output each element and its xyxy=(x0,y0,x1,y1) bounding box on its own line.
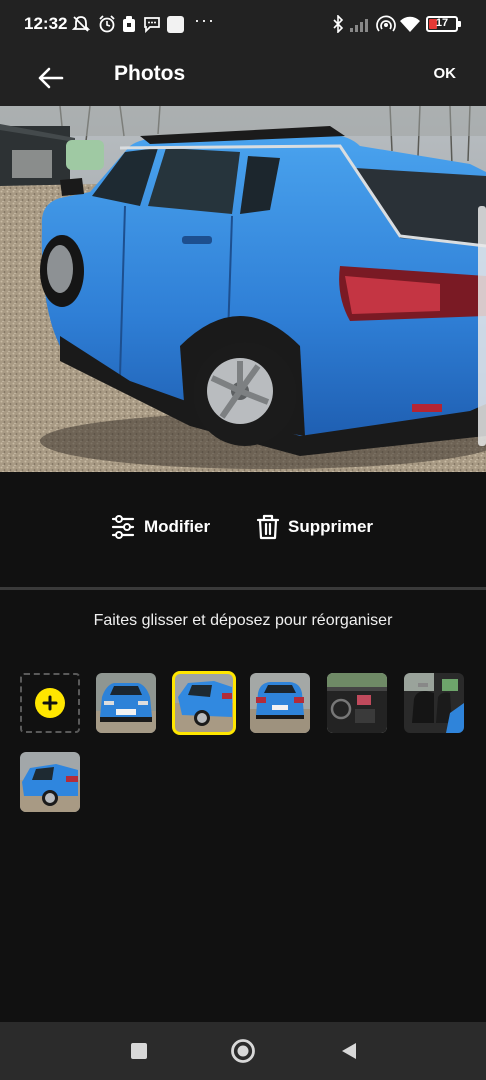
arrow-left-icon xyxy=(38,67,64,89)
photo-thumbnail-seats[interactable] xyxy=(404,673,464,733)
battery-level: 17 xyxy=(435,17,449,29)
more-notifications: ··· xyxy=(194,10,215,30)
main-photo xyxy=(0,106,486,472)
hotspot-icon xyxy=(376,14,396,34)
sliders-icon xyxy=(111,515,135,539)
status-time: 12:32 xyxy=(24,14,68,33)
message-icon xyxy=(142,14,162,34)
photo-thumbnail-side-selected[interactable] xyxy=(172,671,236,735)
wifi-icon xyxy=(399,14,421,34)
delete-label: Supprimer xyxy=(288,517,374,536)
recents-button[interactable] xyxy=(126,1038,152,1064)
section-divider xyxy=(0,587,486,590)
car-photo xyxy=(0,106,486,472)
home-button[interactable] xyxy=(230,1038,256,1064)
reorder-hint: Faites glisser et déposez pour réorganis… xyxy=(93,612,393,629)
app-square-icon xyxy=(166,14,184,34)
battery-nub xyxy=(458,21,461,27)
status-bar: 12:32 ··· 17 xyxy=(0,0,486,48)
square-icon xyxy=(131,1043,147,1059)
edit-label: Modifier xyxy=(144,517,211,536)
cell-signal-icon xyxy=(350,14,372,34)
page-title: Photos xyxy=(114,62,186,85)
task-icon xyxy=(121,14,137,34)
system-nav-bar xyxy=(0,1022,486,1080)
photo-thumbnail-front[interactable] xyxy=(96,673,156,733)
ok-button[interactable]: OK xyxy=(434,65,457,82)
mute-notification-icon xyxy=(70,14,92,34)
photo-thumbnail-side-2[interactable] xyxy=(20,752,80,812)
photo-thumbnail-rear[interactable] xyxy=(250,673,310,733)
circle-icon xyxy=(231,1039,255,1063)
plus-icon xyxy=(35,688,65,718)
triangle-back-icon xyxy=(342,1043,356,1059)
nav-back-button[interactable] xyxy=(336,1038,362,1064)
photo-action-bar: Modifier Supprimer xyxy=(0,472,486,588)
edit-button[interactable]: Modifier xyxy=(110,514,210,540)
app-header: Photos OK xyxy=(0,48,486,106)
back-button[interactable] xyxy=(30,58,70,98)
delete-button[interactable]: Supprimer xyxy=(256,514,373,540)
alarm-icon xyxy=(96,14,118,34)
trash-icon xyxy=(256,514,280,540)
photo-thumbnail-dashboard[interactable] xyxy=(327,673,387,733)
bluetooth-icon xyxy=(331,14,345,34)
battery-icon: 17 xyxy=(426,16,458,32)
add-photo-button[interactable] xyxy=(20,673,80,733)
